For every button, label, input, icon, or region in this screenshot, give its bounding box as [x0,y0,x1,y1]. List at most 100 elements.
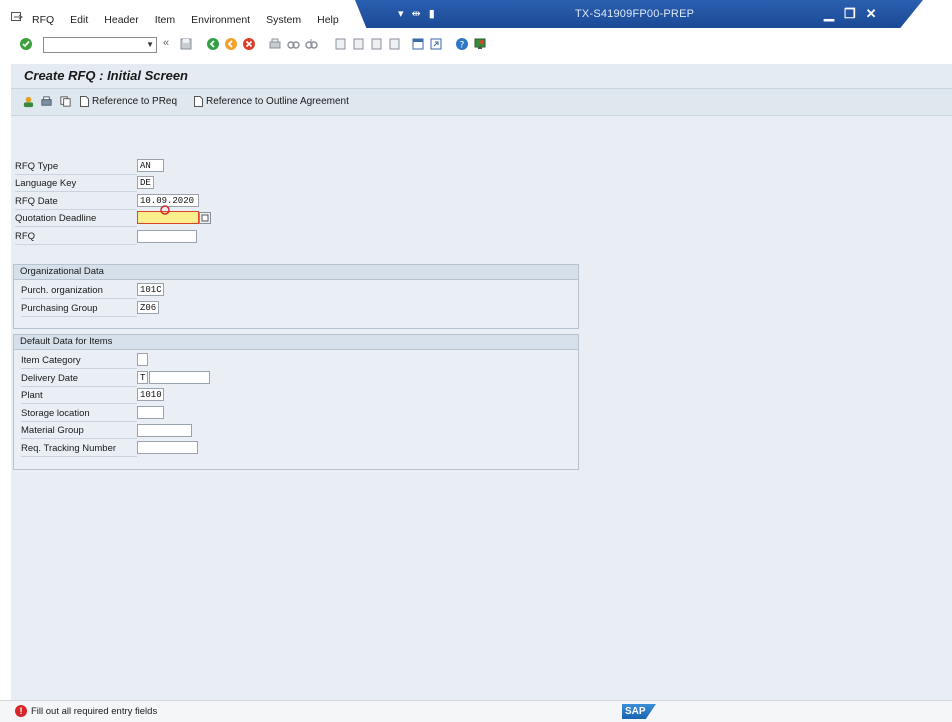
chevron-down-icon[interactable]: ▼ [146,40,154,49]
document-icon [194,96,203,107]
sap-logo: SAP [622,704,656,719]
item-category-label: Item Category [21,355,81,366]
purch-organization-field[interactable]: 101C [137,283,164,296]
menu-edit[interactable]: Edit [70,14,88,26]
delivery-date-label: Delivery Date [21,373,79,384]
row-divider [15,191,137,192]
rfq-date-label: RFQ Date [15,196,58,207]
row-divider [21,298,137,299]
system-title: TX-S41909FP00-PREP [575,8,695,20]
row-divider [15,209,137,210]
row-divider [21,386,137,387]
cursor-marker-icon [160,205,170,215]
exit-icon[interactable] [224,37,238,51]
menu-help[interactable]: Help [317,14,339,26]
default-data-group: Default Data for Items Item Category Del… [13,334,579,470]
purchasing-group-label: Purchasing Group [21,303,98,314]
error-icon: ! [15,705,27,717]
organizational-data-group: Organizational Data Purch. organization … [13,264,579,329]
menu-rfq[interactable]: RFQ [32,14,54,26]
minimize-icon[interactable]: ▁ [824,6,834,22]
purchasing-group-field[interactable]: Z06 [137,301,159,314]
first-page-icon[interactable] [333,37,347,51]
plant-field[interactable]: 1010 [137,388,164,401]
back-icon[interactable] [206,37,220,51]
save-icon[interactable] [179,37,193,51]
last-page-icon[interactable] [387,37,401,51]
find-next-icon[interactable] [304,37,318,51]
window-controls: ▁ ❐ ✕ [824,6,877,22]
row-divider [15,174,137,175]
storage-location-field[interactable] [137,406,164,419]
material-group-label: Material Group [21,425,84,436]
default-data-title: Default Data for Items [20,336,113,347]
title-strip-icons: ▾ ⇹ ▮ [398,7,435,20]
row-divider [15,226,137,227]
previous-page-icon[interactable] [351,37,365,51]
reference-to-preq-label: Reference to PReq [92,96,178,107]
row-divider [21,368,137,369]
reference-to-preq-button[interactable]: Reference to PReq [80,96,177,107]
calendar-help-icon[interactable] [199,212,211,224]
group-header: Organizational Data [14,265,578,280]
main-area: Create RFQ : Initial Screen Reference to… [11,64,952,700]
status-bar: ! Fill out all required entry fields SAP [0,700,952,722]
rfq-type-field[interactable]: AN [137,159,164,172]
cancel-icon[interactable] [242,37,256,51]
printer-icon[interactable] [40,95,53,108]
restore-icon[interactable]: ❐ [844,6,856,22]
reference-to-outline-agreement-button[interactable]: Reference to Outline Agreement [194,96,349,107]
close-icon[interactable]: ✕ [866,6,877,22]
menu-header[interactable]: Header [104,14,138,26]
pin-icon[interactable]: ⇹ [412,7,421,20]
vendor-icon[interactable] [22,95,35,108]
status-message[interactable]: Fill out all required entry fields [31,706,157,717]
req-tracking-number-field[interactable] [137,441,198,454]
group-header: Default Data for Items [14,335,578,350]
reference-to-outline-agreement-label: Reference to Outline Agreement [206,96,349,107]
command-field[interactable]: ▼ [43,37,157,53]
customize-layout-icon[interactable] [473,37,487,51]
delivery-date-field[interactable] [149,371,210,384]
item-category-field[interactable] [137,353,148,366]
signal-icon: ▮ [428,8,435,20]
row-divider [21,316,137,317]
collapse-icon[interactable]: « [163,37,177,51]
create-session-icon[interactable] [411,37,425,51]
menu-icon[interactable] [11,12,23,22]
print-icon[interactable] [268,37,282,51]
help-icon[interactable]: ? [455,37,469,51]
rfq-number-field[interactable] [137,230,197,243]
dropdown-icon[interactable]: ▾ [398,7,404,20]
row-divider [21,456,137,457]
rfq-label: RFQ [15,231,36,242]
row-divider [21,403,137,404]
language-key-label: Language Key [15,178,77,189]
standard-toolbar: ▼ « ? [0,34,952,56]
rfq-type-label: RFQ Type [15,161,59,172]
enter-check-icon[interactable] [19,37,33,51]
menu-environment[interactable]: Environment [191,14,250,26]
plant-label: Plant [21,390,43,401]
delivery-date-type-field[interactable]: T [137,371,148,384]
storage-location-label: Storage location [21,408,90,419]
application-toolbar: Reference to PReq Reference to Outline A… [11,89,952,116]
sap-gui-window: RFQ Edit Header Item Environment System … [0,0,952,722]
next-page-icon[interactable] [369,37,383,51]
find-icon[interactable] [286,37,300,51]
copy-icon[interactable] [59,95,72,108]
quotation-deadline-label: Quotation Deadline [15,213,97,224]
row-divider [21,438,137,439]
menu-system[interactable]: System [266,14,301,26]
row-divider [21,421,137,422]
req-tracking-number-label: Req. Tracking Number [21,443,117,454]
material-group-field[interactable] [137,424,192,437]
menu-item[interactable]: Item [155,14,175,26]
purch-organization-label: Purch. organization [21,285,103,296]
svg-text:?: ? [460,41,465,51]
language-key-field[interactable]: DE [137,176,154,189]
shortcut-icon[interactable] [429,37,443,51]
page-title: Create RFQ : Initial Screen [24,68,188,83]
screen-title-bar: Create RFQ : Initial Screen [11,64,952,89]
organizational-data-title: Organizational Data [20,266,104,277]
